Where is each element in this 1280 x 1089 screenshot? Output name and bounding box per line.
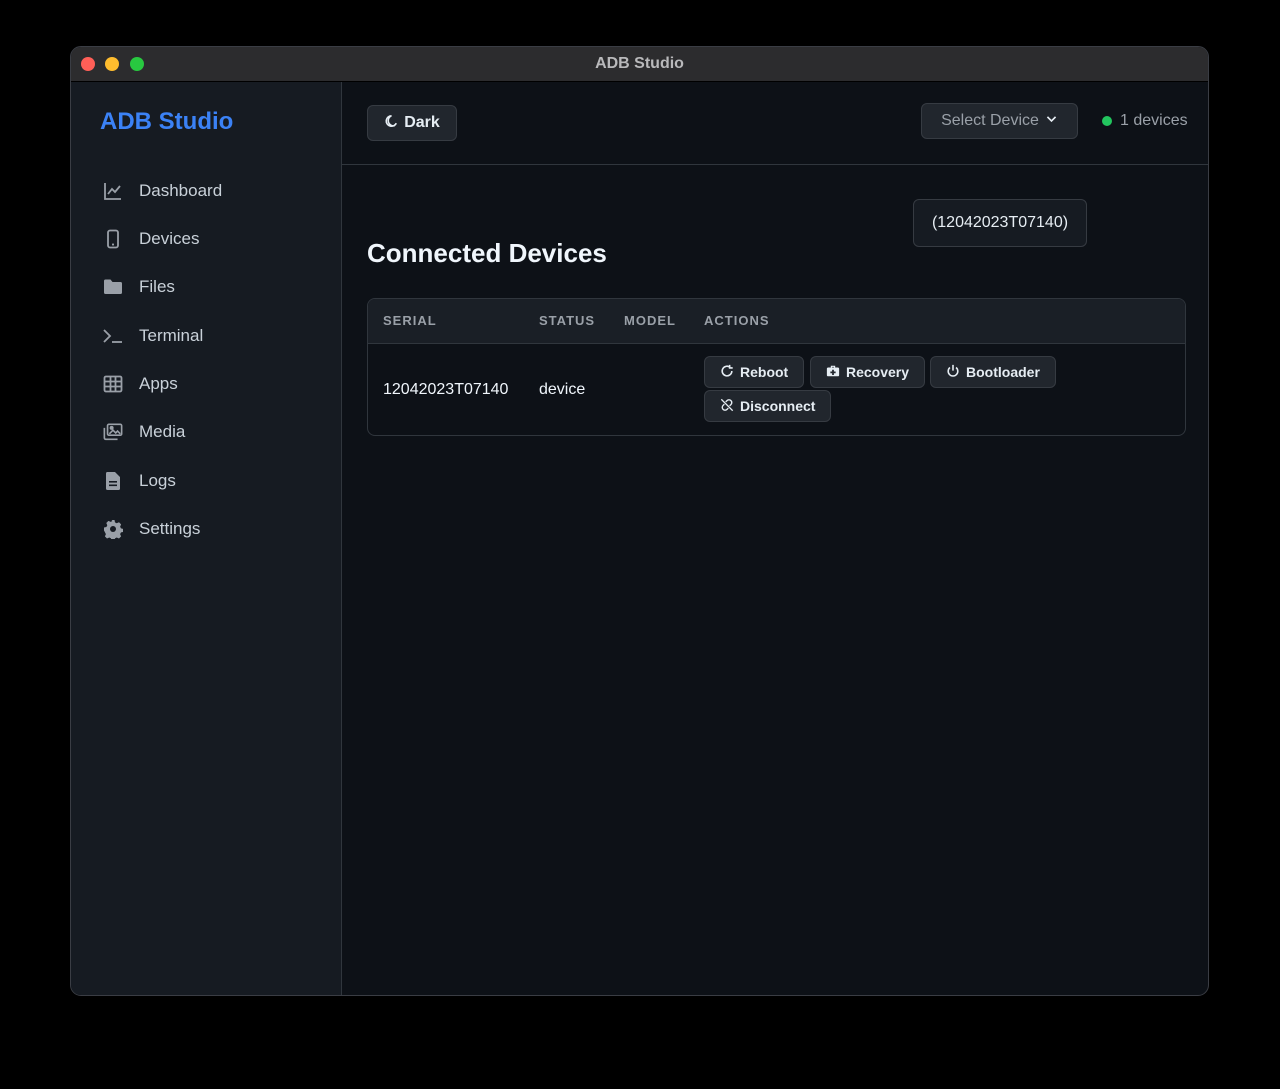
rotate-icon [720, 364, 734, 381]
sidebar-item-label: Files [139, 277, 175, 296]
recovery-button[interactable]: Recovery [810, 356, 926, 388]
chart-line-icon [101, 179, 125, 203]
device-status: device [539, 381, 586, 398]
moon-icon [384, 114, 398, 133]
images-icon [101, 420, 125, 444]
column-header-model: MODEL [624, 313, 676, 328]
sidebar-item-label: Dashboard [139, 181, 223, 200]
disconnect-label: Disconnect [740, 398, 816, 414]
device-dropdown-option[interactable]: (12042023T07140) [913, 199, 1087, 247]
chevron-down-icon [1045, 112, 1058, 130]
sidebar-item-settings[interactable]: Settings [101, 514, 200, 544]
sidebar: ADB Studio Dashboard Devices Files Termi… [71, 82, 342, 995]
title-bar: ADB Studio [71, 47, 1208, 82]
file-icon [101, 469, 125, 493]
sidebar-item-label: Apps [139, 374, 178, 393]
app-brand: ADB Studio [100, 108, 234, 135]
reboot-button[interactable]: Reboot [704, 356, 805, 388]
sidebar-item-dashboard[interactable]: Dashboard [101, 176, 222, 206]
sidebar-item-logs[interactable]: Logs [101, 466, 176, 496]
bootloader-button[interactable]: Bootloader [930, 356, 1056, 388]
device-count-status: 1 devices [1102, 112, 1188, 130]
column-header-serial: SERIAL [383, 313, 437, 328]
app-window: ADB Studio ADB Studio Dashboard Devices … [70, 46, 1209, 996]
top-bar: Dark Select Device 1 devices [342, 82, 1208, 165]
sidebar-item-terminal[interactable]: Terminal [101, 321, 203, 351]
devices-table: SERIAL STATUS MODEL ACTIONS 12042023T071… [367, 298, 1186, 436]
table-header: SERIAL STATUS MODEL ACTIONS [368, 299, 1185, 344]
window-title: ADB Studio [595, 55, 684, 72]
theme-label: Dark [404, 114, 440, 131]
folder-icon [101, 275, 125, 299]
sidebar-item-apps[interactable]: Apps [101, 369, 178, 399]
column-header-actions: ACTIONS [704, 313, 770, 328]
sidebar-item-label: Settings [139, 519, 201, 538]
bootloader-label: Bootloader [966, 364, 1040, 380]
sidebar-item-files[interactable]: Files [101, 272, 175, 302]
main-content: Dark Select Device 1 devices (12042023T0… [342, 82, 1208, 995]
sidebar-item-media[interactable]: Media [101, 417, 185, 447]
mobile-icon [101, 227, 125, 251]
device-count-label: 1 devices [1120, 112, 1188, 129]
medkit-icon [826, 364, 840, 381]
grid-icon [101, 372, 125, 396]
recovery-label: Recovery [846, 364, 910, 380]
unlink-icon [720, 398, 734, 415]
reboot-label: Reboot [740, 364, 789, 380]
device-serial: 12042023T07140 [383, 381, 509, 398]
status-dot-icon [1102, 116, 1112, 126]
gear-icon [101, 517, 125, 541]
sidebar-item-label: Terminal [139, 326, 204, 345]
device-select-label: Select Device [941, 112, 1039, 129]
device-select[interactable]: Select Device [921, 103, 1078, 139]
column-header-status: STATUS [539, 313, 596, 328]
terminal-icon [101, 324, 125, 348]
disconnect-button[interactable]: Disconnect [704, 390, 832, 422]
sidebar-item-label: Devices [139, 229, 200, 248]
sidebar-item-label: Media [139, 422, 186, 441]
theme-toggle-button[interactable]: Dark [367, 105, 457, 141]
page-title: Connected Devices [367, 238, 607, 268]
sidebar-item-label: Logs [139, 471, 176, 490]
power-icon [946, 364, 960, 381]
sidebar-item-devices[interactable]: Devices [101, 224, 199, 254]
